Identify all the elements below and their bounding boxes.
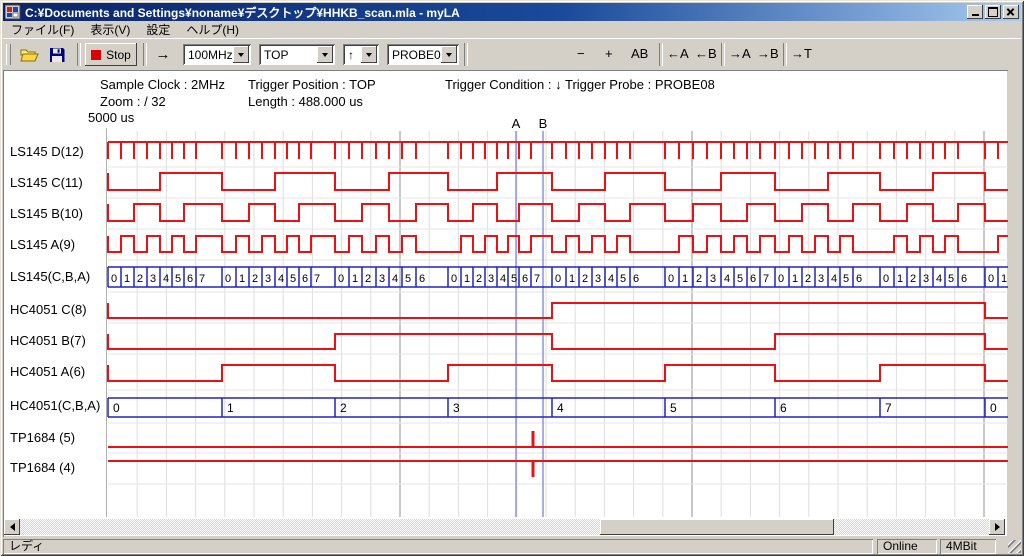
trigger-position-value: TOP [264, 48, 288, 62]
menu-settings[interactable]: 設定 [138, 20, 178, 39]
open-folder-icon [20, 47, 39, 62]
scroll-left-button[interactable] [4, 519, 20, 535]
trigger-edge-value: ↑ [348, 48, 354, 62]
arrow-left-icon [10, 523, 15, 531]
app-icon [5, 4, 21, 20]
statusbar: レディ Online 4MBit [3, 539, 1021, 554]
menu-view[interactable]: 表示(V) [82, 20, 138, 39]
toolbar-separator [721, 43, 725, 66]
chevron-down-icon [238, 53, 244, 57]
trigger-probe-value: PROBE00 [392, 48, 447, 62]
menu-help[interactable]: ヘルプ(H) [178, 20, 247, 39]
length-info: Length : 488.000 us [248, 94, 363, 109]
open-file-button[interactable] [17, 43, 41, 66]
minimize-icon [972, 14, 979, 16]
set-marker-a-button[interactable]: →A [729, 46, 751, 61]
status-online: Online [877, 539, 937, 554]
goto-marker-a-button[interactable]: ←A [667, 46, 689, 61]
mylа-logic-analyzer-window: { "window": { "title": "C:¥Documents and… [0, 0, 1024, 556]
status-memory: 4MBit [940, 539, 996, 554]
trigger-probe-dropdown-button[interactable] [441, 46, 457, 63]
trigger-position-combo[interactable]: TOP [259, 44, 335, 65]
waveform-panel [3, 70, 1008, 537]
stop-icon [91, 50, 101, 60]
set-marker-b-button[interactable]: →B [757, 46, 779, 61]
zoom-in-button[interactable]: + [605, 46, 613, 61]
maximize-icon [988, 7, 998, 17]
zoom-out-button[interactable]: − [577, 46, 585, 61]
arrow-right-icon [995, 523, 1000, 531]
chevron-down-icon [366, 53, 372, 57]
close-button[interactable] [1003, 5, 1019, 19]
sample-clock-info: Sample Clock : 2MHz [100, 77, 225, 92]
scrollbar-track[interactable] [20, 519, 989, 535]
sample-rate-combo[interactable]: 100MHz [183, 44, 251, 65]
stop-button[interactable]: Stop [85, 43, 137, 66]
goto-marker-b-button[interactable]: ←B [695, 46, 717, 61]
window-title: C:¥Documents and Settings¥noname¥デスクトップ¥… [25, 4, 460, 21]
trigger-position-info: Trigger Position : TOP [248, 77, 376, 92]
toolbar-separator [77, 43, 81, 66]
chevron-down-icon [322, 53, 328, 57]
status-message: レディ [3, 539, 873, 554]
trigger-probe-info: Trigger Probe : PROBE08 [565, 77, 715, 92]
chevron-down-icon [446, 53, 452, 57]
toolbar-separator [464, 43, 468, 66]
toolbar-grip[interactable] [6, 44, 11, 65]
save-file-button[interactable] [45, 43, 69, 66]
toolbar: Stop → 100MHz TOP ↑ PROBE00 − + AB ←A ←B… [3, 38, 1021, 71]
menubar: ファイル(F) 表示(V) 設定 ヘルプ(H) [3, 21, 1021, 38]
floppy-disk-icon [49, 47, 65, 63]
goto-trigger-button[interactable]: →T [791, 46, 812, 61]
horizontal-scrollbar [4, 519, 1005, 535]
run-arrow-icon: → [156, 46, 171, 63]
trigger-position-dropdown-button[interactable] [317, 46, 333, 63]
menu-file[interactable]: ファイル(F) [3, 20, 82, 39]
ab-range-button[interactable]: AB [631, 46, 648, 61]
trigger-edge-dropdown-button[interactable] [361, 46, 377, 63]
maximize-button[interactable] [985, 5, 1001, 19]
toolbar-separator [143, 43, 147, 66]
scroll-right-button[interactable] [989, 519, 1005, 535]
trigger-probe-combo[interactable]: PROBE00 [387, 44, 459, 65]
toolbar-separator [783, 43, 787, 66]
trigger-edge-combo[interactable]: ↑ [343, 44, 379, 65]
trigger-condition-info: Trigger Condition : ↓ [445, 77, 562, 92]
run-button[interactable]: → [149, 43, 177, 66]
sample-rate-value: 100MHz [188, 48, 233, 62]
titlebar[interactable]: C:¥Documents and Settings¥noname¥デスクトップ¥… [3, 3, 1021, 21]
resize-grip[interactable] [1008, 540, 1021, 553]
scrollbar-thumb[interactable] [600, 519, 834, 535]
close-icon [1006, 8, 1015, 16]
toolbar-separator [659, 43, 663, 66]
minimize-button[interactable] [967, 5, 983, 19]
sample-rate-dropdown-button[interactable] [233, 46, 249, 63]
zoom-info: Zoom : / 32 [100, 94, 166, 109]
stop-label: Stop [106, 48, 131, 62]
